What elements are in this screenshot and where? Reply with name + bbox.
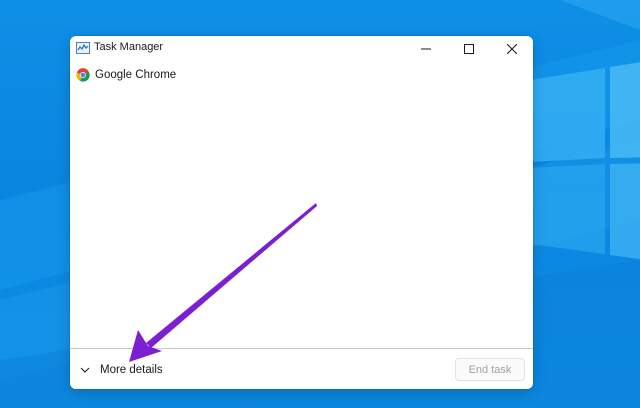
maximize-icon bbox=[464, 44, 474, 54]
end-task-button[interactable]: End task bbox=[455, 358, 525, 381]
process-name: Google Chrome bbox=[95, 69, 177, 81]
window-title: Task Manager bbox=[94, 41, 164, 53]
close-icon bbox=[507, 44, 517, 54]
windows-logo-graphic bbox=[530, 62, 640, 260]
title-bar[interactable]: Task Manager bbox=[70, 36, 533, 62]
process-row[interactable]: Google Chrome bbox=[70, 64, 533, 86]
minimize-button[interactable] bbox=[405, 36, 447, 62]
close-button[interactable] bbox=[491, 36, 533, 62]
footer: More details End task bbox=[70, 349, 533, 389]
task-manager-icon bbox=[76, 42, 90, 54]
more-details-button[interactable]: More details bbox=[79, 359, 163, 381]
process-list: Google Chrome bbox=[70, 64, 533, 86]
chrome-icon bbox=[76, 68, 90, 82]
minimize-icon bbox=[421, 48, 431, 50]
maximize-button[interactable] bbox=[448, 36, 490, 62]
chevron-down-icon bbox=[80, 367, 90, 373]
task-manager-window: Task Manager Google Chrome More details … bbox=[70, 36, 533, 389]
desktop: Task Manager Google Chrome More details … bbox=[0, 0, 640, 408]
more-details-label: More details bbox=[100, 364, 163, 376]
